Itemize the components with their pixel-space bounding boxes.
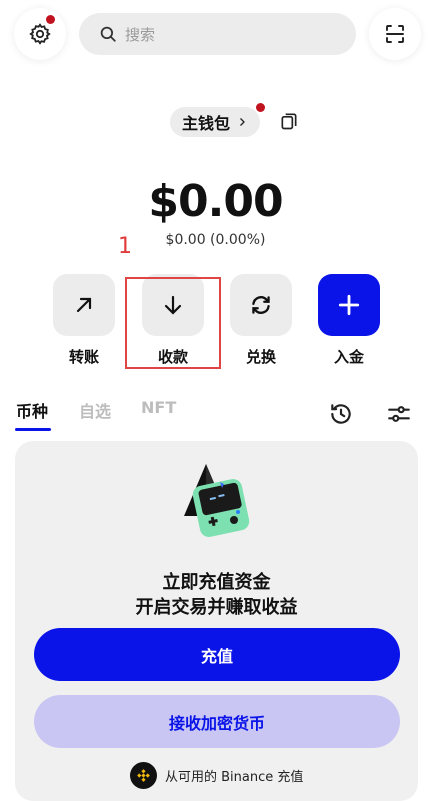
sliders-icon [388, 406, 410, 422]
search-icon [100, 26, 116, 42]
search-input[interactable]: 搜索 [79, 13, 356, 55]
wallet-name: 主钱包 [182, 114, 231, 133]
wallet-notification-dot [256, 103, 265, 112]
scan-icon [386, 25, 404, 43]
total-balance: $0.00 [148, 176, 283, 227]
empty-state-illustration [176, 460, 260, 548]
copy-address-button[interactable] [279, 111, 299, 135]
transfer-button[interactable]: 转账 [53, 274, 115, 367]
history-icon [331, 404, 351, 424]
arrow-up-right-icon [76, 297, 92, 313]
annotation-number: 1 [118, 234, 132, 259]
history-button[interactable] [328, 401, 354, 431]
active-tab-indicator [15, 428, 51, 431]
wallet-selector[interactable]: 主钱包 [170, 107, 261, 137]
swap-label: 兑换 [245, 348, 276, 366]
annotation-highlight-box [125, 277, 221, 369]
chevron-right-icon [240, 118, 245, 126]
card-title-line2: 开启交易并赚取收益 [135, 597, 298, 618]
receive-crypto-button[interactable]: 接收加密货币 [34, 695, 400, 748]
scan-button[interactable] [369, 8, 421, 60]
copy-icon [281, 113, 297, 130]
balance-change: $0.00 (0.00%) [165, 232, 266, 248]
deposit-fiat-button[interactable]: 入金 [318, 274, 380, 367]
swap-icon [252, 296, 270, 314]
deposit-button[interactable]: 充值 [34, 628, 400, 681]
notification-dot [46, 15, 55, 24]
deposit-fiat-label: 入金 [333, 348, 364, 366]
tab-nft[interactable]: NFT [141, 398, 176, 417]
binance-deposit-text: 从可用的 Binance 充值 [165, 770, 304, 785]
swap-button[interactable]: 兑换 [230, 274, 292, 367]
plus-icon [338, 294, 360, 316]
settings-button[interactable] [14, 8, 66, 60]
filter-button[interactable] [386, 401, 412, 431]
binance-logo-icon [130, 762, 157, 789]
tab-tokens[interactable]: 币种 [16, 398, 48, 422]
binance-deposit-link[interactable]: 从可用的 Binance 充值 [130, 762, 303, 789]
search-placeholder: 搜索 [125, 25, 156, 44]
tab-watchlist[interactable]: 自选 [79, 398, 111, 422]
gear-icon [29, 23, 51, 45]
card-title-line1: 立即充值资金 [162, 572, 271, 593]
transfer-label: 转账 [68, 348, 99, 366]
